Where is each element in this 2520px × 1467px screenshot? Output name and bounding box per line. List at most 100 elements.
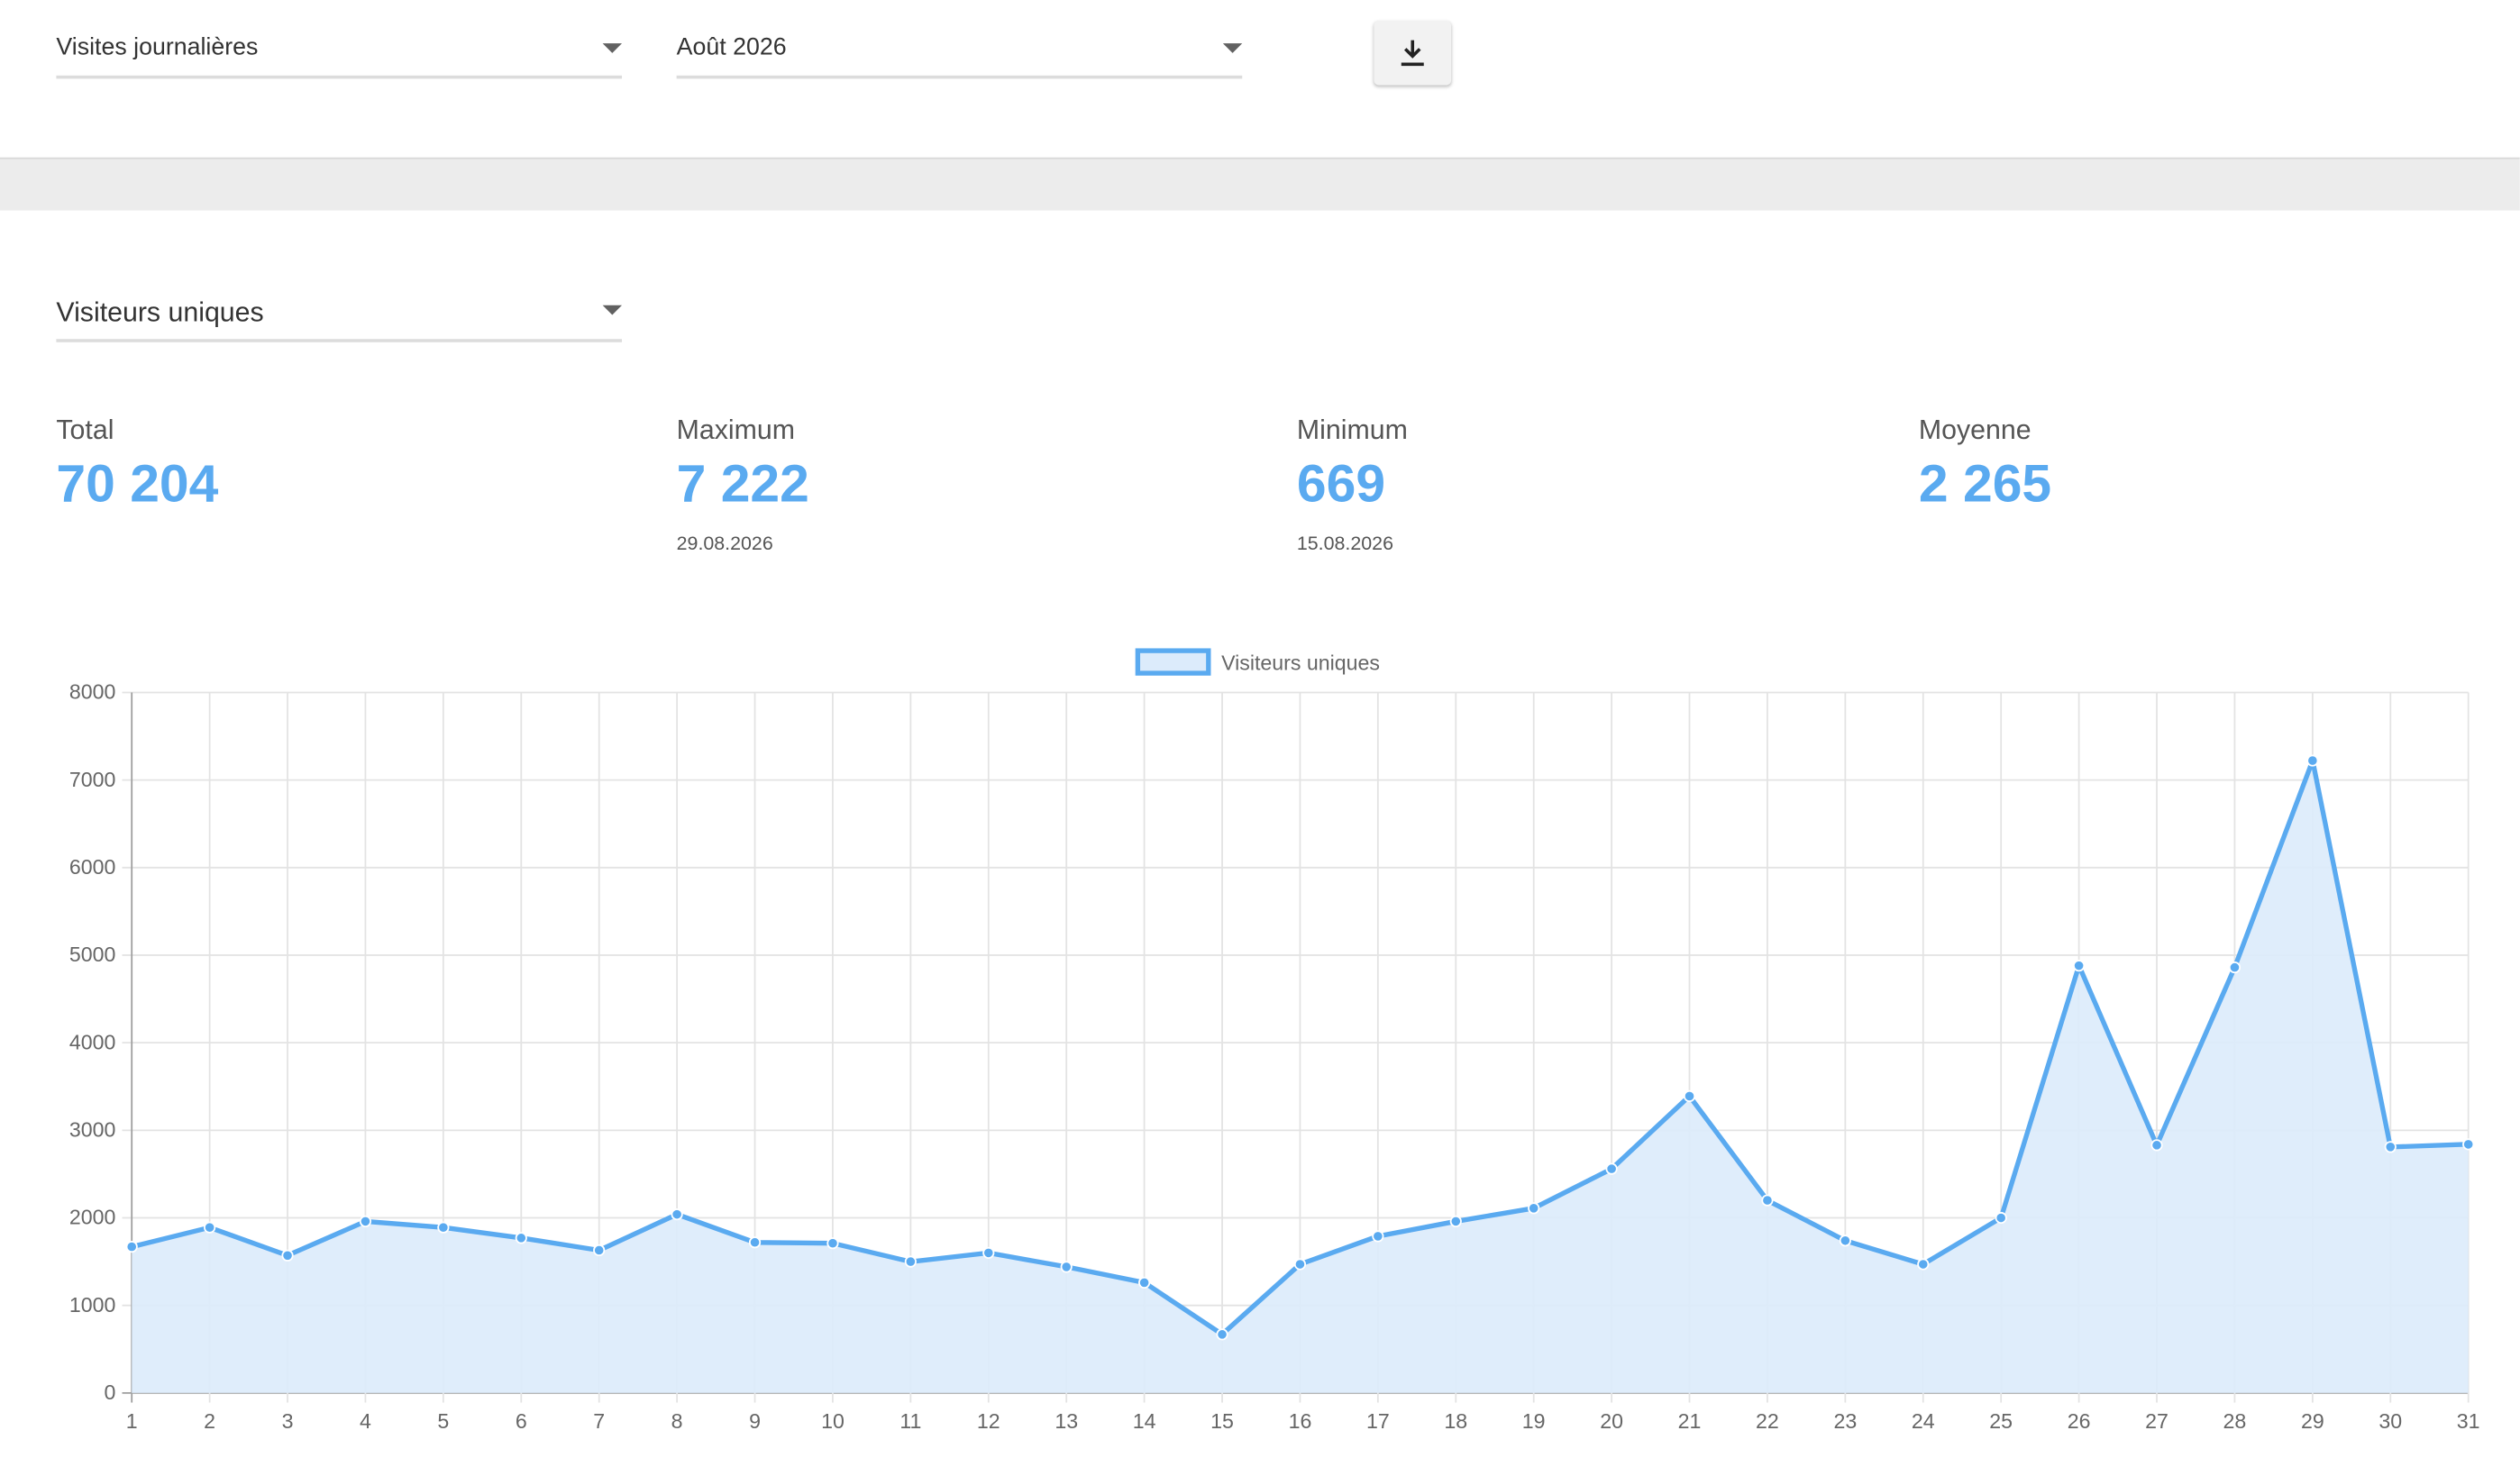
period-value: Août 2026 [676,33,787,61]
data-point[interactable] [2462,1138,2475,1151]
x-tick-label: 28 [2223,1409,2247,1433]
x-tick-label: 13 [1055,1409,1078,1433]
x-tick-label: 14 [1133,1409,1156,1433]
data-point[interactable] [204,1221,216,1234]
chevron-down-icon [602,43,623,53]
x-tick-label: 1 [126,1409,138,1433]
x-tick-label: 27 [2145,1409,2168,1433]
data-point[interactable] [1917,1258,1930,1271]
x-tick-label: 31 [2457,1409,2480,1433]
period-select[interactable]: Août 2026 [676,21,1243,79]
download-button[interactable] [1374,21,1452,86]
report-type-value: Visites journalières [56,33,259,61]
data-point[interactable] [1060,1261,1073,1273]
data-point[interactable] [671,1208,683,1221]
data-point[interactable] [1293,1258,1307,1271]
legend-label: Visiteurs uniques [1221,651,1380,675]
x-tick-label: 8 [671,1409,683,1433]
chart-legend[interactable]: Visiteurs uniques [1135,648,1380,676]
data-point[interactable] [1216,1328,1228,1341]
x-tick-label: 18 [1444,1409,1467,1433]
y-tick-label: 5000 [69,943,116,966]
data-point[interactable] [2228,961,2242,974]
data-point[interactable] [437,1221,450,1234]
data-point[interactable] [125,1240,138,1253]
data-point[interactable] [281,1249,294,1262]
stat-value: 70 204 [56,452,219,513]
x-tick-label: 11 [899,1409,921,1433]
x-tick-label: 19 [1522,1409,1546,1433]
data-point[interactable] [1372,1230,1384,1243]
y-tick-label: 1000 [69,1293,116,1317]
section-divider [0,159,2520,211]
y-tick-label: 3000 [69,1117,116,1141]
chevron-down-icon [1222,43,1243,53]
y-tick-label: 2000 [69,1206,116,1229]
stat-maximum: Maximum 7 222 29.08.2026 [677,415,1159,554]
data-point[interactable] [593,1244,606,1257]
report-type-select[interactable]: Visites journalières [56,21,623,79]
stat-average: Moyenne 2 265 [1919,415,2401,515]
x-tick-label: 17 [1366,1409,1390,1433]
stat-date: 15.08.2026 [1296,532,1393,555]
metric-value: Visiteurs uniques [56,296,264,328]
data-point[interactable] [904,1255,917,1268]
y-tick-label: 4000 [69,1030,116,1053]
page: Visites journalières Août 2026 Visiteurs… [0,0,2520,1467]
data-point[interactable] [2384,1141,2397,1153]
data-point[interactable] [2073,960,2086,972]
data-point[interactable] [359,1215,372,1227]
y-tick-label: 7000 [69,768,116,791]
stat-label: Maximum [676,415,795,445]
stat-value: 669 [1296,452,1386,513]
x-tick-label: 26 [2068,1409,2091,1433]
visitors-line-chart: Visiteurs uniques 0 1000 2000 3000 4000 5000 6… [69,648,2480,1433]
x-tick-label: 29 [2301,1409,2324,1433]
filter-bar: Visites journalières Août 2026 [0,0,2520,159]
data-point[interactable] [982,1246,995,1259]
data-point[interactable] [1761,1194,1774,1207]
stat-label: Total [56,415,114,445]
x-tick-label: 30 [2378,1409,2402,1433]
data-point[interactable] [1995,1211,2007,1225]
data-point[interactable] [748,1236,762,1249]
x-tick-label: 10 [821,1409,845,1433]
chevron-down-icon [602,305,623,315]
x-tick-label: 5 [437,1409,449,1433]
x-tick-label: 24 [1912,1409,1935,1433]
stat-label: Moyenne [1918,415,2032,445]
x-tick-label: 23 [1833,1409,1857,1433]
x-tick-label: 25 [1989,1409,2013,1433]
x-tick-label: 6 [516,1409,527,1433]
download-icon [1401,40,1424,67]
stat-minimum: Minimum 669 15.08.2026 [1297,415,1779,554]
stat-value: 7 222 [676,452,809,513]
x-tick-label: 20 [1600,1409,1623,1433]
data-point[interactable] [1449,1215,1462,1227]
x-tick-label: 15 [1210,1409,1234,1433]
stat-date: 29.08.2026 [676,532,773,555]
data-point[interactable] [1138,1276,1151,1289]
x-tick-label: 4 [360,1409,371,1433]
data-point[interactable] [1605,1162,1618,1175]
y-tick-label: 6000 [69,855,116,879]
x-tick-label: 9 [749,1409,761,1433]
data-point[interactable] [2306,754,2319,767]
stat-value: 2 265 [1918,452,2052,513]
data-point[interactable] [1528,1202,1540,1215]
y-tick-label: 0 [104,1380,115,1404]
data-point[interactable] [826,1237,839,1250]
data-point[interactable] [515,1232,527,1244]
x-tick-label: 22 [1756,1409,1779,1433]
y-tick-label: 8000 [69,680,116,704]
x-tick-label: 2 [204,1409,215,1433]
x-tick-label: 3 [282,1409,294,1433]
legend-swatch [1135,648,1211,676]
metric-select[interactable]: Visiteurs uniques [56,285,623,342]
x-tick-label: 7 [593,1409,605,1433]
data-point[interactable] [2150,1139,2163,1152]
data-point[interactable] [1839,1235,1851,1247]
data-point[interactable] [1683,1089,1696,1103]
x-tick-label: 16 [1289,1409,1312,1433]
stat-label: Minimum [1296,415,1408,445]
